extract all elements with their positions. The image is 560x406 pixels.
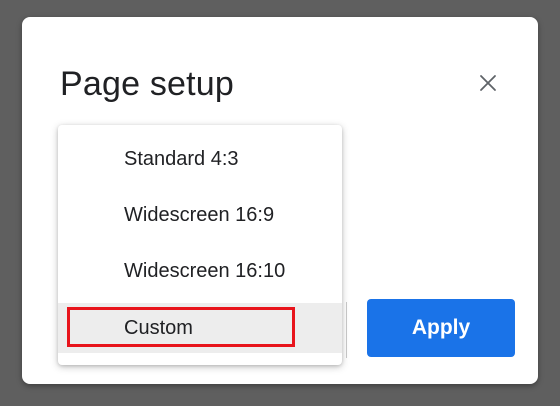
close-icon [480,75,496,91]
dialog-title: Page setup [60,65,235,103]
menu-item-label: Standard 4:3 [124,147,239,170]
slide-size-select[interactable] [342,302,347,358]
page-setup-dialog: Page setup Apply Standard 4:3 Widescreen… [22,17,538,384]
menu-item-standard-4-3[interactable]: Standard 4:3 [58,131,342,187]
menu-item-label: Widescreen 16:10 [124,259,286,282]
menu-item-label: Custom [124,316,193,339]
apply-button[interactable]: Apply [367,299,515,357]
slide-size-dropdown-menu: Standard 4:3 Widescreen 16:9 Widescreen … [58,125,342,365]
close-button[interactable] [474,69,502,97]
menu-item-label: Widescreen 16:9 [124,203,275,226]
menu-item-custom[interactable]: Custom [58,303,342,353]
menu-item-widescreen-16-10[interactable]: Widescreen 16:10 [58,243,342,299]
menu-item-widescreen-16-9[interactable]: Widescreen 16:9 [58,187,342,243]
